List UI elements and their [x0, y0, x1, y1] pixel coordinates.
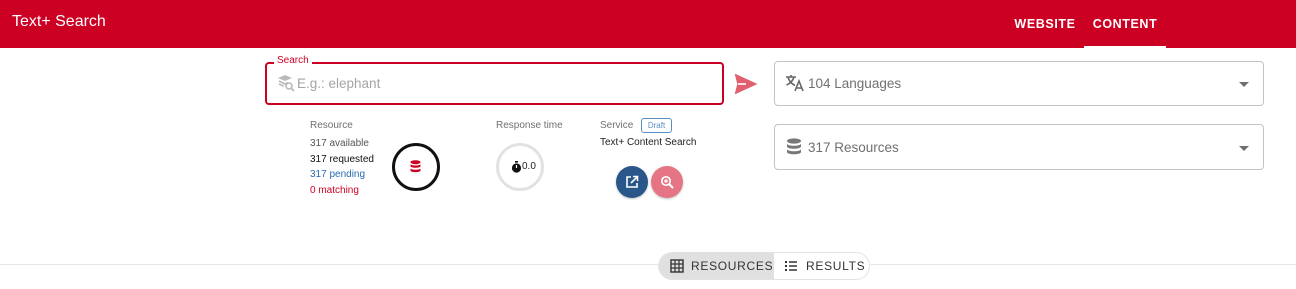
response-time-heading: Response time	[496, 120, 563, 131]
languages-select[interactable]: 104 Languages	[774, 61, 1264, 106]
zoom-icon	[660, 175, 674, 189]
app-bar: Text+ Search WEBSITE CONTENT	[0, 0, 1296, 48]
resource-available: 317 available	[310, 138, 369, 149]
app-title[interactable]: Text+ Search	[12, 13, 106, 31]
divider	[0, 264, 1296, 265]
resource-matching: 0 matching	[310, 185, 359, 196]
resource-requested: 317 requested	[310, 154, 374, 165]
service-name: Text+ Content Search	[600, 137, 697, 148]
resources-value: 317 Resources	[808, 140, 899, 155]
view-toggle-results-label: RESULTS	[806, 259, 866, 273]
nav-tab-content[interactable]: CONTENT	[1084, 0, 1166, 48]
nav-tab-website[interactable]: WEBSITE	[1007, 0, 1083, 48]
grid-icon	[670, 259, 684, 273]
view-toggle-resources[interactable]: RESOURCES	[659, 253, 774, 279]
active-tab-indicator	[1084, 46, 1166, 48]
search-input[interactable]	[297, 72, 707, 94]
response-time-value: 0.0	[522, 161, 536, 172]
open-external-icon	[626, 175, 639, 188]
resource-heading: Resource	[310, 120, 353, 131]
timer-icon	[511, 161, 522, 173]
database-icon	[410, 160, 421, 173]
resource-progress-ring	[392, 143, 440, 191]
view-toggle-resources-label: RESOURCES	[691, 259, 774, 273]
service-heading: Service	[600, 120, 634, 131]
database-icon	[787, 138, 801, 155]
search-service-button[interactable]	[651, 166, 683, 198]
draft-badge: Draft	[641, 118, 672, 133]
response-time-ring: 0.0	[496, 143, 544, 191]
resources-select[interactable]: 317 Resources	[774, 124, 1264, 170]
translate-icon	[786, 75, 804, 92]
list-icon	[785, 261, 797, 271]
resource-pending: 317 pending	[310, 169, 366, 180]
chevron-down-icon	[1239, 146, 1249, 151]
nav-tab-content-label: CONTENT	[1092, 17, 1158, 31]
send-icon[interactable]	[734, 73, 758, 95]
view-toggle: RESOURCES RESULTS	[658, 252, 870, 280]
search-database-icon	[278, 75, 295, 92]
chevron-down-icon	[1239, 82, 1249, 87]
search-label: Search	[274, 55, 312, 66]
languages-value: 104 Languages	[808, 76, 902, 91]
view-toggle-results[interactable]: RESULTS	[774, 253, 869, 279]
open-service-button[interactable]	[616, 166, 648, 198]
